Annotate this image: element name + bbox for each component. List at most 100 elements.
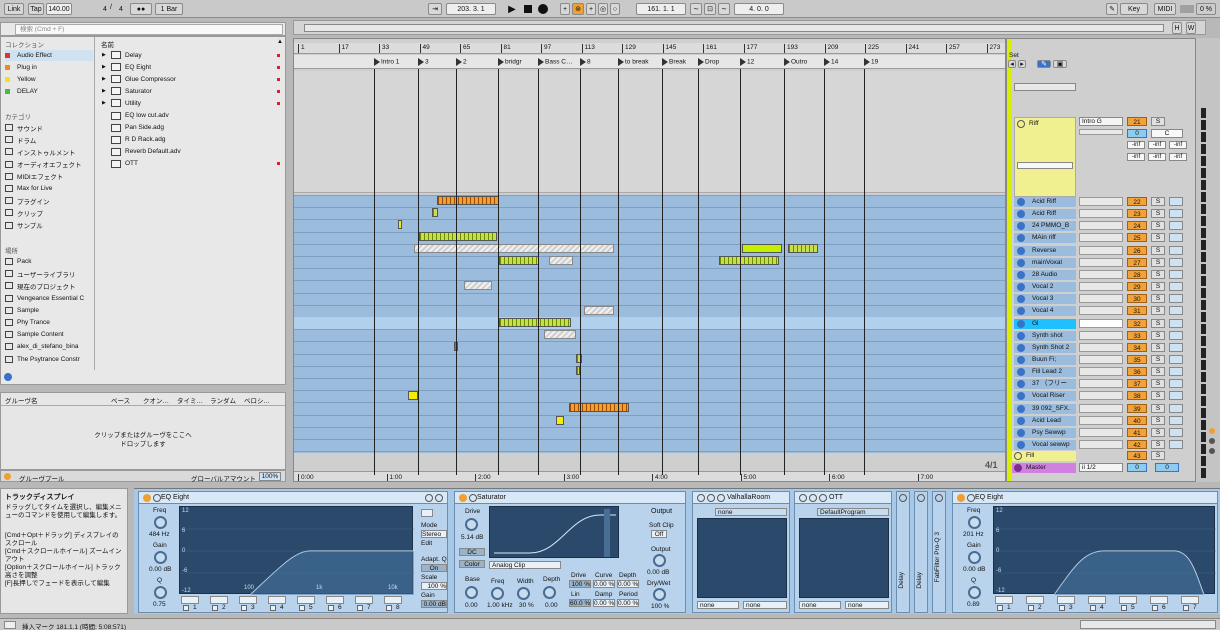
play-icon[interactable]: ▶: [506, 3, 518, 15]
ott-option-2[interactable]: none: [845, 601, 889, 609]
sat-output-value[interactable]: 0.00 dB: [647, 569, 669, 576]
sat-curve-value[interactable]: 0.00 %: [593, 580, 615, 588]
capture-icon[interactable]: +: [586, 3, 596, 15]
arm-button[interactable]: [1169, 318, 1183, 328]
delay2-power-icon[interactable]: [917, 494, 925, 502]
time-label[interactable]: 3:00: [563, 474, 579, 481]
sat-base-value[interactable]: 0.00: [465, 602, 478, 609]
arm-button[interactable]: [1169, 379, 1183, 389]
track-number[interactable]: 39: [1127, 403, 1147, 413]
punch-out-icon[interactable]: ∼: [718, 3, 730, 15]
band-filter-select[interactable]: [1026, 596, 1044, 604]
eq2-gain-value[interactable]: 0.00 dB: [963, 566, 985, 573]
sat-period-value[interactable]: 0.00 %: [617, 599, 639, 607]
clip[interactable]: [584, 306, 614, 315]
time-label[interactable]: 1:00: [386, 474, 402, 481]
clip[interactable]: [414, 244, 614, 253]
device-fold-icon[interactable]: [153, 494, 161, 502]
solo-button[interactable]: S: [1151, 379, 1165, 389]
bar-number[interactable]: 161: [703, 44, 717, 53]
groove-column-header[interactable]: グルーヴ名: [5, 395, 38, 405]
track-lanes[interactable]: [294, 195, 1005, 453]
clip[interactable]: [788, 244, 818, 253]
place-item[interactable]: Pack: [5, 256, 93, 267]
solo-button[interactable]: S: [1151, 294, 1165, 304]
track-number[interactable]: 31: [1127, 306, 1147, 316]
arm-button[interactable]: [1169, 354, 1183, 364]
place-item[interactable]: Vengeance Essential C: [5, 293, 93, 304]
fabfilter-power-icon[interactable]: [935, 494, 943, 502]
ott-option-1[interactable]: none: [799, 601, 841, 609]
locator-marker[interactable]: Bass C…: [538, 58, 572, 66]
arm-button[interactable]: [1169, 391, 1183, 401]
track-io-box[interactable]: [1079, 415, 1123, 425]
band-toggle-icon[interactable]: [241, 605, 247, 611]
bar-number[interactable]: 49: [419, 44, 430, 53]
locator-marker[interactable]: 8: [580, 58, 591, 66]
eq2-display[interactable]: 12 6 0 -6 -12: [993, 506, 1216, 596]
track-io-box[interactable]: [1079, 294, 1123, 304]
riff-send-d[interactable]: -inf: [1127, 153, 1145, 161]
bar-number[interactable]: 97: [541, 44, 551, 53]
sat-output-knob[interactable]: [653, 554, 666, 567]
track-play-icon[interactable]: [1017, 283, 1025, 292]
clip[interactable]: [432, 208, 438, 217]
locator-marker[interactable]: 3: [418, 58, 429, 66]
sat-width-value[interactable]: 30 %: [519, 602, 534, 609]
sat-depth2-value[interactable]: 0.00 %: [617, 580, 639, 588]
collection-item[interactable]: DELAY: [5, 86, 93, 97]
sat-damp-value[interactable]: 0.00 %: [593, 599, 615, 607]
loop-switch-icon[interactable]: ⊡: [704, 3, 716, 15]
band-toggle-icon[interactable]: [357, 605, 363, 611]
riff-input-select[interactable]: Intro G: [1079, 117, 1123, 126]
arm-button[interactable]: [1169, 257, 1183, 267]
eq1-mode-a[interactable]: [421, 509, 433, 517]
solo-button[interactable]: S: [1151, 342, 1165, 352]
collection-item[interactable]: Plug in: [5, 62, 93, 73]
fill-fold-icon[interactable]: [1014, 452, 1022, 460]
band-filter-select[interactable]: [239, 596, 257, 604]
track-number[interactable]: 28: [1127, 269, 1147, 279]
device-hotswap-icon[interactable]: [435, 494, 443, 502]
arm-button[interactable]: [1169, 209, 1183, 219]
clip[interactable]: [398, 220, 402, 229]
arrangement-overview[interactable]: [293, 20, 1206, 35]
time-label[interactable]: 5:00: [740, 474, 756, 481]
loop-length[interactable]: 4. 0. 0: [734, 3, 784, 15]
band-toggle-icon[interactable]: [183, 605, 189, 611]
solo-button[interactable]: S: [1151, 415, 1165, 425]
band-toggle-icon[interactable]: [212, 605, 218, 611]
track-io-box[interactable]: [1079, 282, 1123, 292]
arm-button[interactable]: [1169, 342, 1183, 352]
sat-depth-knob[interactable]: [543, 586, 556, 599]
sat-dc-button[interactable]: DC: [459, 548, 485, 556]
solo-button[interactable]: S: [1151, 209, 1165, 219]
track-number[interactable]: 38: [1127, 391, 1147, 401]
band-filter-select[interactable]: [297, 596, 315, 604]
quantize-select[interactable]: 1 Bar: [155, 3, 183, 15]
track-io-box[interactable]: [1079, 233, 1123, 243]
place-item[interactable]: Sample Content: [5, 329, 93, 340]
track-io-box[interactable]: [1079, 245, 1123, 255]
loop-icon[interactable]: ○: [610, 3, 620, 15]
band-toggle-icon[interactable]: [1121, 605, 1127, 611]
eq2-power-icon[interactable]: [957, 494, 965, 502]
track-number[interactable]: 35: [1127, 354, 1147, 364]
bar-number[interactable]: 145: [662, 44, 676, 53]
bar-number[interactable]: 209: [824, 44, 838, 53]
arm-button[interactable]: [1169, 415, 1183, 425]
sat-drive-knob[interactable]: [465, 518, 478, 531]
hot-swap-button[interactable]: H: [1172, 22, 1182, 34]
sat-softclip-toggle[interactable]: Off: [651, 530, 667, 538]
valhalla-edit-icon[interactable]: [717, 494, 725, 502]
riff-send-c[interactable]: -inf: [1169, 141, 1187, 149]
device-power-icon[interactable]: [143, 494, 151, 502]
song-position[interactable]: 203. 3. 1: [446, 3, 496, 15]
track-io-box[interactable]: [1079, 318, 1123, 328]
eq1-adapt-toggle[interactable]: On: [421, 564, 447, 572]
valhalla-option-2[interactable]: none: [743, 601, 787, 609]
groove-column-header[interactable]: ランダム: [210, 395, 236, 405]
delay-device-collapsed-2[interactable]: Delay: [914, 491, 928, 613]
valhalla-fold-icon[interactable]: [707, 494, 715, 502]
locator-marker[interactable]: Break: [662, 58, 686, 66]
